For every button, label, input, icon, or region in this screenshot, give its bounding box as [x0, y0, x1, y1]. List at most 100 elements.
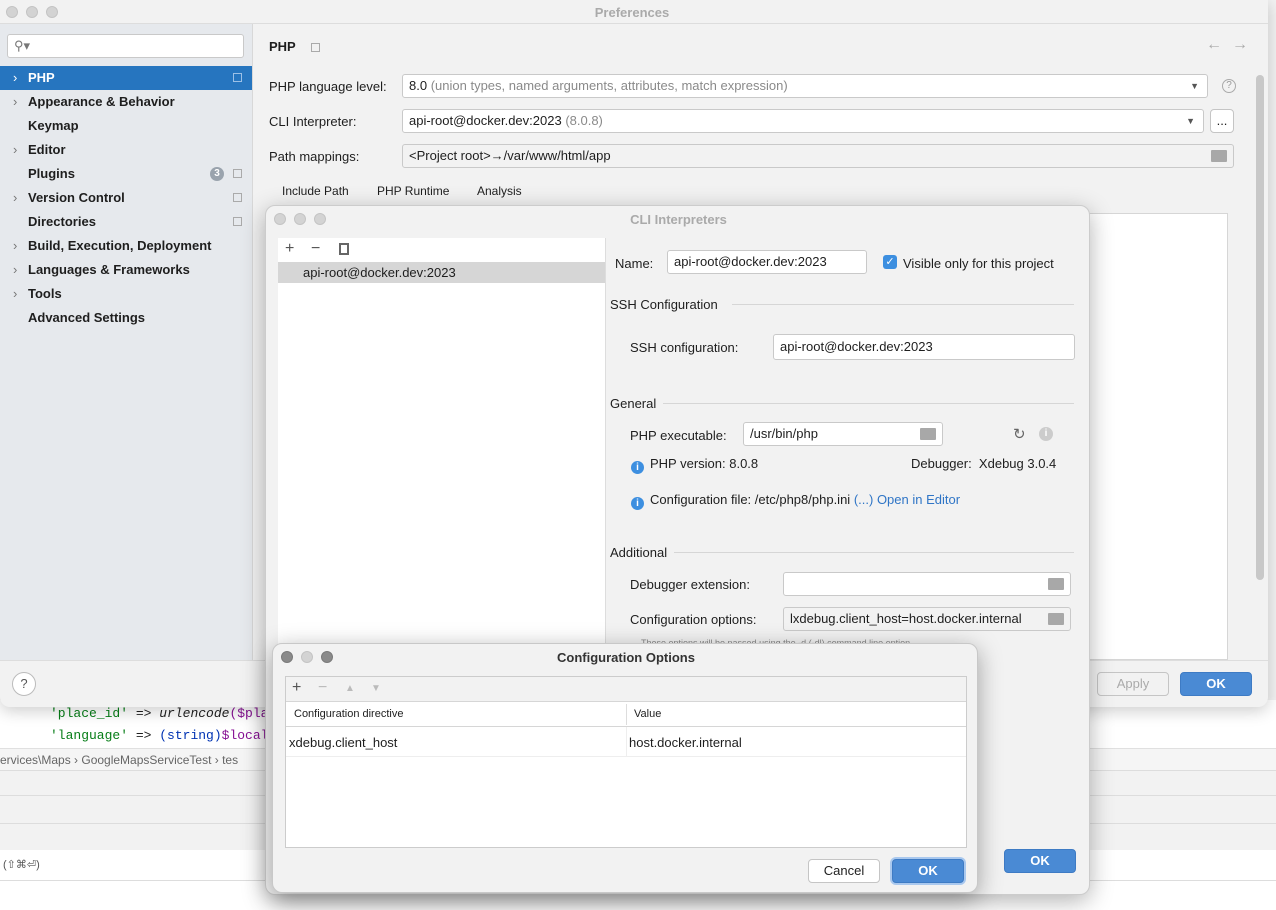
window-title: Preferences: [594, 5, 670, 20]
chevron-right-icon: ›: [13, 70, 18, 85]
sidebar-item-label: Tools: [28, 286, 62, 301]
config-file: i Configuration file: /etc/php8/php.ini (…: [631, 492, 960, 510]
configuration-options-dialog: Configuration Options + − ▲ ▼ Configurat…: [272, 643, 978, 893]
breadcrumb-item[interactable]: ervices\Maps: [0, 753, 71, 767]
dialog-title: CLI Interpreters: [630, 212, 727, 227]
sidebar-item-label: Version Control: [28, 190, 125, 205]
ok-button[interactable]: OK: [892, 859, 964, 883]
dropdown-arrow-icon: ▼: [1190, 81, 1199, 91]
chevron-right-icon: ›: [13, 286, 18, 301]
debugger-version: Debugger: Xdebug 3.0.4: [911, 456, 1057, 471]
ok-button[interactable]: OK: [1004, 849, 1076, 873]
pin-icon: [233, 217, 242, 226]
language-level-select[interactable]: 8.0 (union types, named arguments, attri…: [402, 74, 1208, 98]
cancel-button[interactable]: Cancel: [808, 859, 880, 883]
forward-arrow-icon[interactable]: →: [1232, 36, 1248, 54]
settings-search-input[interactable]: ⚲▾: [7, 34, 244, 58]
move-up-icon: ▲: [345, 683, 355, 694]
sidebar-item-editor[interactable]: › Editor: [0, 138, 252, 162]
debugger-extension-label: Debugger extension:: [630, 577, 750, 592]
path-mappings-label: Path mappings:: [269, 149, 360, 164]
dialog-title: Configuration Options: [557, 650, 695, 665]
add-icon[interactable]: +: [292, 679, 301, 697]
chevron-right-icon: ›: [13, 142, 18, 157]
count-badge: 3: [210, 167, 224, 181]
ssh-config-select[interactable]: api-root@docker.dev:2023: [773, 334, 1075, 360]
info-icon[interactable]: i: [1039, 427, 1053, 441]
remove-icon[interactable]: −: [311, 240, 320, 258]
sidebar-item-directories[interactable]: Directories: [0, 210, 252, 234]
pin-icon: [233, 73, 242, 82]
value-cell[interactable]: host.docker.internal: [629, 735, 742, 750]
scrollbar[interactable]: [1256, 75, 1264, 580]
sidebar-item-label: Keymap: [28, 118, 79, 133]
reload-icon[interactable]: ↻: [1013, 425, 1026, 443]
pin-icon: [233, 193, 242, 202]
column-header-directive[interactable]: Configuration directive: [294, 708, 403, 720]
sidebar-item-keymap[interactable]: Keymap: [0, 114, 252, 138]
visible-only-label: Visible only for this project: [903, 256, 1054, 271]
name-input[interactable]: api-root@docker.dev:2023: [667, 250, 867, 274]
sidebar-item-languages-frameworks[interactable]: › Languages & Frameworks: [0, 258, 252, 282]
pin-icon: [233, 169, 242, 178]
config-options-label: Configuration options:: [630, 612, 757, 627]
page-title: PHP: [269, 39, 296, 54]
apply-button[interactable]: Apply: [1097, 672, 1169, 696]
interpreter-list-item[interactable]: api-root@docker.dev:2023: [278, 262, 605, 283]
ok-button[interactable]: OK: [1180, 672, 1252, 696]
dropdown-arrow-icon: ▼: [1186, 116, 1195, 126]
tab-include-path[interactable]: Include Path: [282, 184, 349, 198]
add-icon[interactable]: +: [285, 240, 294, 258]
table-row[interactable]: xdebug.client_host host.docker.internal: [286, 727, 966, 757]
tab-analysis[interactable]: Analysis: [477, 184, 522, 198]
folder-icon[interactable]: [1048, 578, 1064, 590]
breadcrumb-item[interactable]: tes: [222, 753, 238, 767]
back-arrow-icon[interactable]: ←: [1206, 36, 1222, 54]
cli-interpreter-label: CLI Interpreter:: [269, 114, 357, 129]
cli-interpreter-select[interactable]: api-root@docker.dev:2023 (8.0.8) ▼: [402, 109, 1204, 133]
sidebar-item-label: Appearance & Behavior: [28, 94, 175, 109]
tab-php-runtime[interactable]: PHP Runtime: [377, 184, 449, 198]
breadcrumb-item[interactable]: GoogleMapsServiceTest: [81, 753, 211, 767]
sidebar-item-label: Editor: [28, 142, 66, 157]
sidebar-item-advanced-settings[interactable]: Advanced Settings: [0, 306, 252, 330]
pin-icon: [311, 43, 320, 52]
visible-only-checkbox[interactable]: ✓: [883, 255, 897, 269]
copy-icon[interactable]: [339, 243, 349, 255]
help-button[interactable]: ?: [12, 672, 36, 696]
folder-icon[interactable]: [920, 428, 936, 440]
folder-icon: [1211, 150, 1227, 162]
sidebar-item-label: Directories: [28, 214, 96, 229]
php-executable-input[interactable]: /usr/bin/php: [743, 422, 943, 446]
cli-interpreters-more-button[interactable]: ...: [1210, 109, 1234, 133]
shortcut-hint: (⇧⌘⏎): [3, 859, 40, 871]
move-down-icon: ▼: [371, 683, 381, 694]
config-more-link[interactable]: (...): [854, 492, 874, 507]
directive-cell[interactable]: xdebug.client_host: [289, 735, 397, 750]
debugger-extension-input[interactable]: [783, 572, 1071, 596]
open-in-editor-link[interactable]: Open in Editor: [877, 492, 960, 507]
sidebar-item-appearance-behavior[interactable]: › Appearance & Behavior: [0, 90, 252, 114]
chevron-right-icon: ›: [13, 94, 18, 109]
sidebar-item-tools[interactable]: › Tools: [0, 282, 252, 306]
sidebar-item-label: Plugins: [28, 166, 75, 181]
php-executable-label: PHP executable:: [630, 428, 727, 443]
sidebar-item-build-execution-deployment[interactable]: › Build, Execution, Deployment: [0, 234, 252, 258]
general-section-header: General: [610, 396, 657, 411]
path-mappings-field[interactable]: <Project root>→/var/www/html/app: [402, 144, 1234, 168]
name-label: Name:: [615, 256, 654, 271]
sidebar-item-version-control[interactable]: › Version Control: [0, 186, 252, 210]
sidebar-item-php[interactable]: › PHP: [0, 66, 252, 90]
column-header-value[interactable]: Value: [634, 708, 661, 720]
language-level-label: PHP language level:: [269, 79, 387, 94]
code-line: 'place_id' => urlencode($pla: [50, 706, 269, 721]
remove-icon: −: [318, 679, 328, 696]
help-icon[interactable]: ?: [1222, 79, 1236, 93]
info-icon: i: [631, 461, 644, 474]
config-options-input[interactable]: lxdebug.client_host=host.docker.internal: [783, 607, 1071, 631]
sidebar-item-plugins[interactable]: Plugins 3: [0, 162, 252, 186]
expand-icon[interactable]: [1048, 613, 1064, 625]
sidebar-item-label: PHP: [28, 70, 55, 85]
additional-section-header: Additional: [610, 545, 668, 560]
sidebar-item-label: Build, Execution, Deployment: [28, 238, 212, 253]
